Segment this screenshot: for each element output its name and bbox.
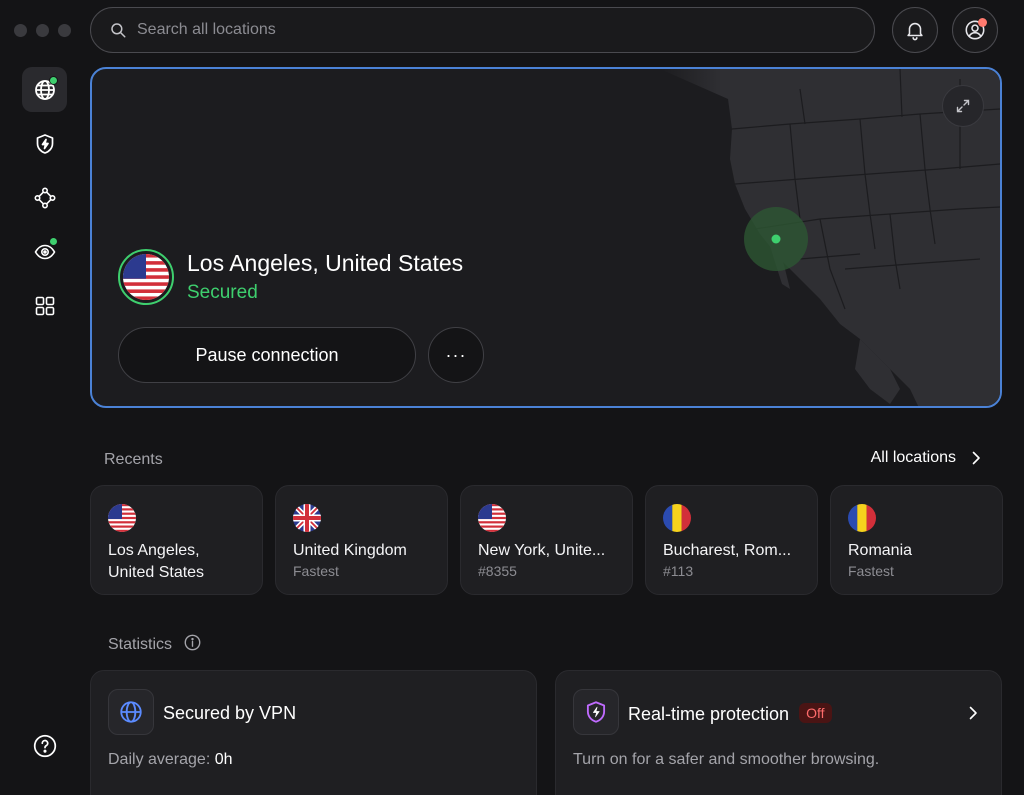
protection-description: Turn on for a safer and smoother browsin… xyxy=(573,751,880,768)
sidebar-item-meshnet[interactable] xyxy=(22,175,67,220)
shield-bolt-icon xyxy=(36,133,53,154)
us-flag-icon xyxy=(123,254,169,300)
protection-title-row: Real-time protection Off xyxy=(628,703,832,725)
sidebar-item-vpn[interactable] xyxy=(22,67,67,112)
recent-location-detail: #8355 xyxy=(478,563,517,579)
location-marker xyxy=(771,234,781,244)
expand-map-button[interactable] xyxy=(942,85,984,127)
recent-location-card[interactable]: Bucharest, Rom... #113 xyxy=(645,485,818,595)
bell-icon xyxy=(907,22,923,41)
expand-icon xyxy=(956,99,970,113)
minimize-window-button[interactable] xyxy=(36,24,49,37)
help-icon xyxy=(33,734,56,757)
us-flag-icon xyxy=(108,504,136,532)
secured-by-vpn-card[interactable]: Secured by VPN Daily average: 0h xyxy=(90,670,537,795)
location-flag xyxy=(118,249,174,305)
chevron-right-icon xyxy=(972,451,980,465)
status-badge: Off xyxy=(799,703,832,723)
recent-location-card[interactable]: Los Angeles, United States xyxy=(90,485,263,595)
status-dot xyxy=(49,237,58,246)
daily-average-label: Daily average: xyxy=(108,751,215,768)
protection-icon-box xyxy=(573,689,619,735)
search-icon xyxy=(111,23,126,38)
recent-location-detail: Fastest xyxy=(293,563,339,579)
notification-dot xyxy=(978,18,987,27)
real-time-protection-card[interactable]: Real-time protection Off Turn on for a sa… xyxy=(555,670,1002,795)
info-icon[interactable] xyxy=(184,634,201,651)
close-window-button[interactable] xyxy=(14,24,27,37)
help-button[interactable] xyxy=(22,723,67,768)
chevron-right-icon xyxy=(969,706,977,720)
account-button[interactable] xyxy=(952,7,998,53)
protection-title: Real-time protection xyxy=(628,704,790,724)
uk-flag-icon xyxy=(293,504,321,532)
statistics-label: Statistics xyxy=(108,636,173,653)
globe-icon xyxy=(120,701,142,723)
search-input[interactable] xyxy=(137,8,874,52)
connection-card: Los Angeles, United States Secured Pause… xyxy=(90,67,1002,408)
recents-list: Los Angeles, United States United Kingdo… xyxy=(90,485,1003,595)
search-bar[interactable] xyxy=(90,7,875,53)
recent-location-name: United Kingdom xyxy=(293,542,407,559)
all-locations-label: All locations xyxy=(870,449,956,466)
connected-location: Los Angeles, United States xyxy=(187,250,464,276)
connection-status: Secured xyxy=(187,282,258,303)
shield-bolt-icon xyxy=(586,701,606,723)
recent-location-name: Bucharest, Rom... xyxy=(663,542,792,559)
recent-location-detail: Fastest xyxy=(848,563,894,579)
vpn-daily-average: Daily average: 0h xyxy=(108,751,233,769)
meshnet-icon xyxy=(33,186,55,208)
recent-location-card[interactable]: New York, Unite... #8355 xyxy=(460,485,633,595)
romania-flag-icon xyxy=(663,504,691,532)
all-locations-link[interactable]: All locations xyxy=(871,449,984,467)
status-dot xyxy=(49,76,58,85)
recent-location-detail: #113 xyxy=(663,563,694,579)
recent-location-card[interactable]: United Kingdom Fastest xyxy=(275,485,448,595)
sidebar xyxy=(22,67,67,337)
recent-location-name: Los Angeles, United States xyxy=(108,542,205,581)
zoom-window-button[interactable] xyxy=(58,24,71,37)
recent-location-name: Romania xyxy=(848,542,913,559)
us-flag-icon xyxy=(478,504,506,532)
window-controls xyxy=(14,24,71,37)
more-options-button[interactable]: ··· xyxy=(428,327,484,383)
sidebar-item-threat-protection[interactable] xyxy=(22,121,67,166)
pause-connection-button[interactable]: Pause connection xyxy=(118,327,416,383)
daily-average-value: 0h xyxy=(214,751,233,768)
vpn-stat-title: Secured by VPN xyxy=(163,703,297,723)
recents-heading: Recents xyxy=(104,451,163,468)
notifications-button[interactable] xyxy=(892,7,938,53)
sidebar-item-apps[interactable] xyxy=(22,283,67,328)
recent-location-card[interactable]: Romania Fastest xyxy=(830,485,1003,595)
recent-location-name: New York, Unite... xyxy=(478,542,606,559)
romania-flag-icon xyxy=(848,504,876,532)
sidebar-item-dark-web-monitor[interactable] xyxy=(22,229,67,274)
vpn-stat-icon-box xyxy=(108,689,154,735)
apps-grid-icon xyxy=(35,296,54,315)
statistics-heading: Statistics xyxy=(108,634,201,654)
